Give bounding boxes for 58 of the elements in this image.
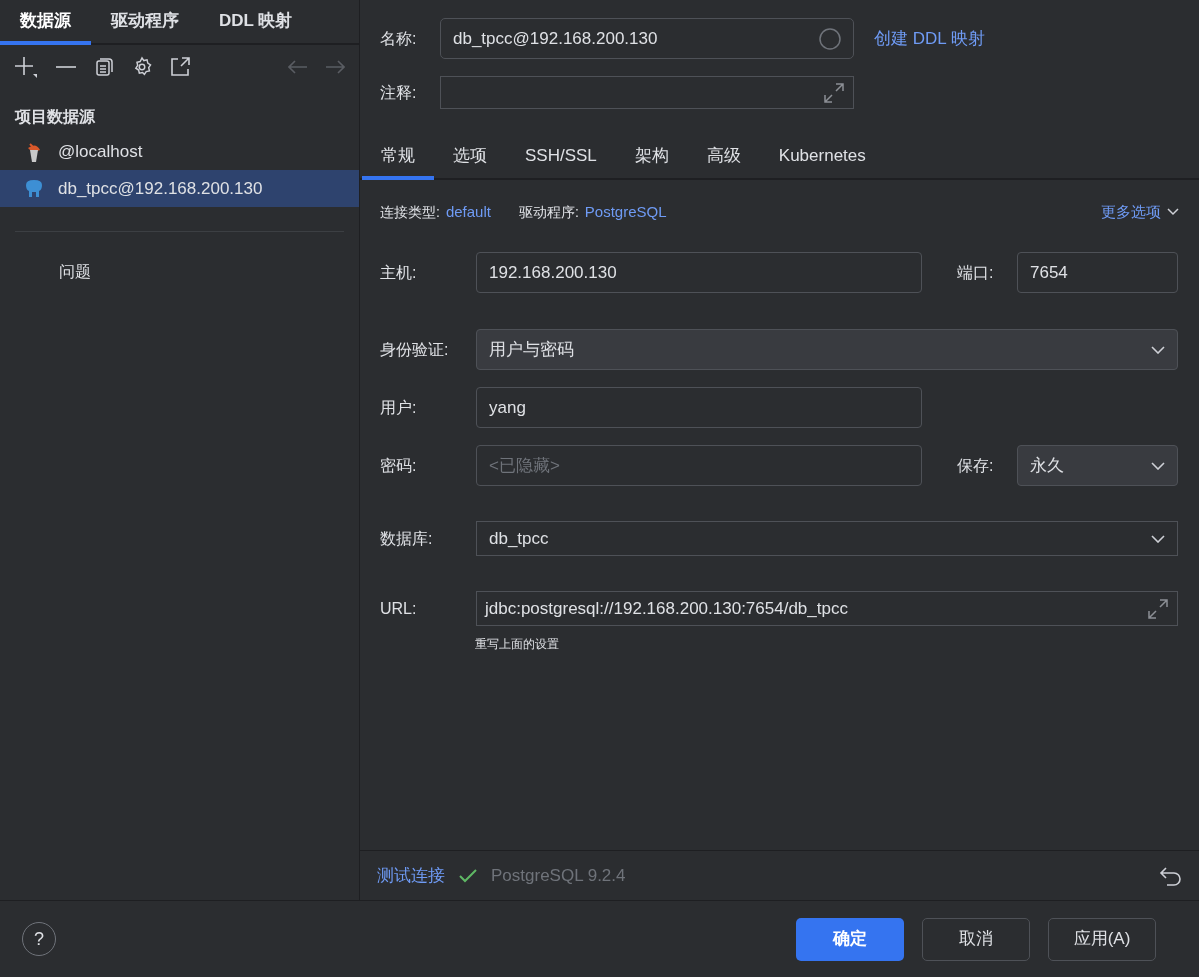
field-label: 注释: [380, 82, 418, 103]
info-label: 驱动程序: [518, 202, 579, 222]
input-field[interactable]: jdbc:postgresql://192.168.200.130:7654/db_tpcc [476, 591, 1178, 626]
copy-icon[interactable] [94, 57, 114, 77]
expand-icon[interactable] [823, 81, 845, 104]
field-label: 名称: [380, 28, 418, 49]
datasource-name: db_tpcc@192.168.200.130 [58, 177, 263, 200]
name-field[interactable]: db_tpcc@192.168.200.130 [440, 18, 854, 59]
create-ddl-link[interactable]: 创建 DDL 映射 [874, 25, 985, 52]
input-field[interactable]: 192.168.200.130 [476, 252, 922, 293]
settings-tab[interactable]: 架构 [615, 135, 688, 180]
elephant-icon [24, 178, 44, 199]
chevron-down-icon [1151, 461, 1165, 470]
connection-type-link[interactable]: default [445, 200, 491, 224]
expand-icon[interactable] [1147, 597, 1169, 620]
field-label: 端口: [957, 262, 995, 283]
input-field[interactable]: yang [476, 387, 922, 428]
test-connection-link[interactable]: 测试连接 [377, 862, 445, 889]
datasource-name: @localhost [58, 140, 143, 163]
open-external-icon[interactable] [170, 57, 190, 77]
section-title: 项目数据源 [13, 107, 96, 127]
problems-item[interactable]: 问题 [59, 263, 91, 280]
undo-icon[interactable] [1158, 865, 1182, 886]
circle-icon [819, 27, 841, 50]
input-field[interactable]: 7654 [1017, 252, 1178, 293]
dropdown[interactable]: db_tpcc [476, 521, 1178, 556]
info-label: 连接类型: [380, 202, 440, 222]
add-icon[interactable] [14, 55, 38, 79]
chevron-down-icon [1167, 208, 1179, 216]
field-label: 身份验证: [380, 339, 450, 360]
dialog-button[interactable]: 应用(A) [1048, 917, 1156, 961]
field-label: 用户: [380, 397, 418, 418]
datasource-item[interactable]: db_tpcc@192.168.200.130 [0, 170, 359, 207]
settings-tab[interactable]: 高级 [687, 135, 760, 180]
field-label: 主机: [380, 262, 418, 283]
settings-tab[interactable]: Kubernetes [759, 135, 885, 180]
field-label: 保存: [957, 455, 995, 476]
field-label: 密码: [380, 455, 418, 476]
settings-tab[interactable]: SSH/SSL [506, 135, 616, 180]
status-text: PostgreSQL 9.2.4 [491, 864, 626, 887]
datasource-item[interactable]: @localhost [0, 133, 359, 170]
settings-tab[interactable]: 常规 [362, 135, 434, 180]
dropdown[interactable]: 用户与密码 [476, 329, 1178, 370]
settings-tab[interactable]: 选项 [434, 135, 506, 180]
dialog-button[interactable]: 确定 [796, 917, 904, 961]
sidebar-tab[interactable]: 驱动程序 [91, 0, 199, 45]
hint-text: 重写上面的设置 [475, 637, 559, 651]
sidebar-tab[interactable]: DDL 映射 [199, 0, 313, 45]
chevron-down-icon [1151, 534, 1165, 543]
dropdown[interactable]: 永久 [1017, 445, 1178, 486]
sidebar-tab[interactable]: 数据源 [0, 0, 91, 45]
field-label: 数据库: [380, 528, 434, 549]
dialog-button[interactable]: 取消 [922, 917, 1030, 961]
chevron-down-icon [1151, 345, 1165, 354]
driver-link[interactable]: PostgreSQL [584, 200, 667, 224]
comment-field[interactable] [440, 76, 854, 109]
field-label: URL: [380, 598, 418, 619]
more-options-link[interactable]: 更多选项 [1101, 200, 1179, 224]
